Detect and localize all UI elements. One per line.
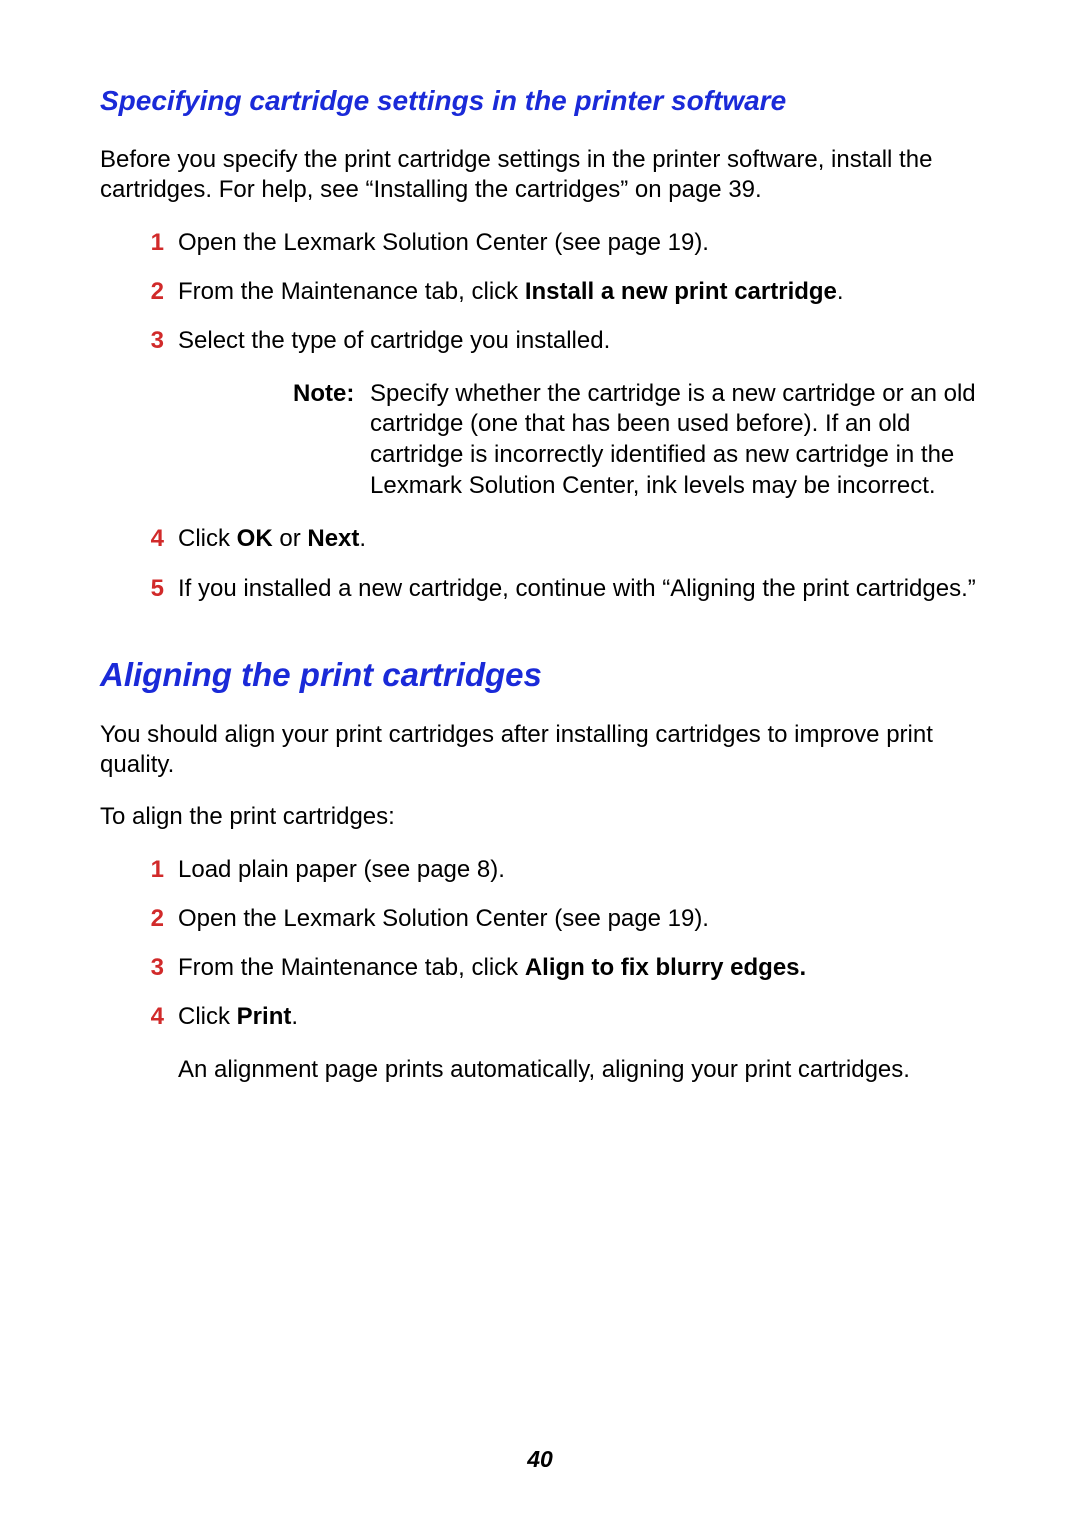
step-text: From the Maintenance tab, click <box>178 954 525 981</box>
note-block: Note: Specify whether the cartridge is a… <box>178 379 985 502</box>
step-text: . <box>291 1003 298 1030</box>
step-item: Click Print. An alignment page prints au… <box>100 1001 985 1084</box>
step-item: From the Maintenance tab, click Install … <box>100 276 985 307</box>
step-bold: OK <box>237 525 273 552</box>
step-item: If you installed a new cartridge, contin… <box>100 573 985 604</box>
step-text: Open the Lexmark Solution Center (see pa… <box>178 905 709 932</box>
step-bold: Next <box>307 525 359 552</box>
note-body: Specify whether the cartridge is a new c… <box>370 380 976 499</box>
steps-list-1: Open the Lexmark Solution Center (see pa… <box>100 227 985 604</box>
step-item: Select the type of cartridge you install… <box>100 325 985 501</box>
step-text: or <box>273 525 308 552</box>
step-text: If you installed a new cartridge, contin… <box>178 575 976 602</box>
section-heading-aligning: Aligning the print cartridges <box>100 656 985 694</box>
step-bold: Print <box>237 1003 292 1030</box>
page-number: 40 <box>0 1446 1080 1473</box>
document-page: Specifying cartridge settings in the pri… <box>0 0 1080 1529</box>
step-text: Select the type of cartridge you install… <box>178 327 610 354</box>
step-item: Load plain paper (see page 8). <box>100 854 985 885</box>
step-text: Load plain paper (see page 8). <box>178 856 505 883</box>
intro-paragraph-2: You should align your print cartridges a… <box>100 720 985 780</box>
step-item: Open the Lexmark Solution Center (see pa… <box>100 903 985 934</box>
step-bold: Install a new print cartridge <box>525 278 837 305</box>
steps-list-2: Load plain paper (see page 8). Open the … <box>100 854 985 1085</box>
lead-in-text: To align the print cartridges: <box>100 802 985 832</box>
step-text: . <box>837 278 844 305</box>
note-label: Note: <box>293 379 354 410</box>
step-text: . <box>359 525 366 552</box>
step-item: Click OK or Next. <box>100 523 985 554</box>
step-text: Click <box>178 1003 237 1030</box>
step-item: Open the Lexmark Solution Center (see pa… <box>100 227 985 258</box>
step-item: From the Maintenance tab, click Align to… <box>100 952 985 983</box>
step-text: Open the Lexmark Solution Center (see pa… <box>178 229 709 256</box>
subsection-heading-specifying: Specifying cartridge settings in the pri… <box>100 85 985 117</box>
step-tail-paragraph: An alignment page prints automatically, … <box>178 1055 985 1085</box>
step-bold: Align to fix blurry edges. <box>525 954 806 981</box>
intro-paragraph-1: Before you specify the print cartridge s… <box>100 145 985 205</box>
step-text: From the Maintenance tab, click <box>178 278 525 305</box>
step-text: Click <box>178 525 237 552</box>
